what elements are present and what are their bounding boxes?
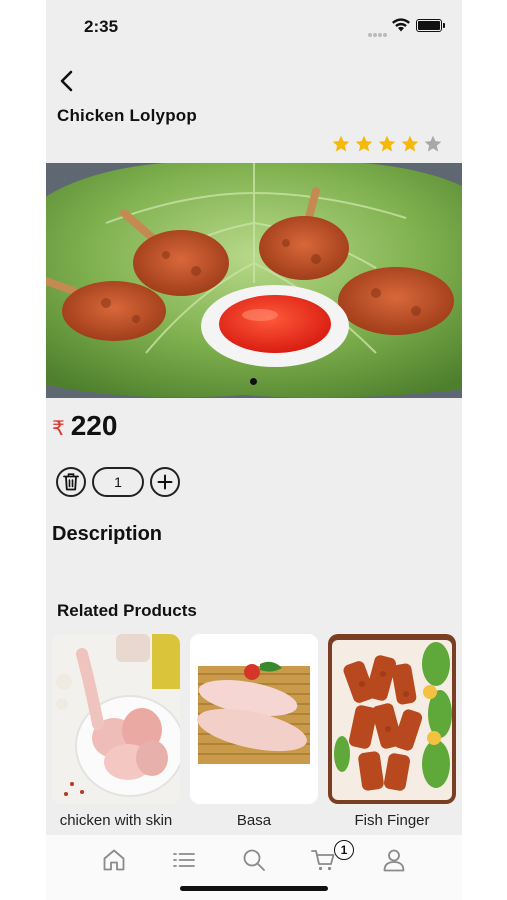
trash-icon (63, 473, 79, 491)
cart-count-badge: 1 (334, 840, 354, 860)
chicken-lollipop-image (46, 163, 462, 398)
fish-finger-image (328, 634, 456, 804)
battery-icon (416, 19, 445, 32)
related-product-name: Basa (236, 812, 272, 829)
basa-fish-image (190, 634, 318, 804)
back-button[interactable] (56, 68, 78, 94)
home-icon[interactable] (101, 847, 127, 873)
related-products-heading: Related Products (57, 601, 197, 620)
star-filled-icon (401, 135, 419, 152)
signal-icon (368, 24, 390, 37)
app-screen: 2:35 Chicken Lolypop ₹ 220 1 Description… (46, 0, 462, 900)
wifi-icon (392, 18, 410, 32)
cart-icon[interactable] (310, 847, 336, 873)
related-product-card[interactable] (190, 634, 318, 804)
home-indicator (180, 886, 328, 891)
quantity-value[interactable]: 1 (92, 467, 144, 497)
search-icon[interactable] (241, 847, 267, 873)
increase-quantity-button[interactable] (150, 467, 180, 497)
carousel-indicator[interactable] (250, 378, 257, 385)
plus-icon (157, 474, 173, 490)
quantity-stepper: 1 (56, 467, 180, 497)
list-icon[interactable] (171, 847, 197, 873)
related-product-card[interactable] (328, 634, 456, 804)
star-filled-icon (378, 135, 396, 152)
price-value: 220 (70, 410, 118, 441)
raw-chicken-image (52, 634, 180, 804)
profile-icon[interactable] (381, 847, 407, 873)
product-title: Chicken Lolypop (57, 106, 197, 125)
currency-symbol: ₹ (52, 418, 65, 440)
related-products-list: chicken with skin Basa Fish Finger (52, 634, 462, 834)
related-product-name: Fish Finger (354, 812, 430, 829)
description-heading: Description (52, 523, 163, 545)
delete-button[interactable] (56, 467, 86, 497)
product-price: ₹ 220 (52, 410, 117, 442)
status-bar: 2:35 (46, 0, 462, 55)
related-product-card[interactable] (52, 634, 180, 804)
related-product-name: chicken with skin (59, 812, 173, 829)
star-empty-icon (424, 135, 442, 152)
star-filled-icon (355, 135, 373, 152)
status-time: 2:35 (84, 17, 119, 36)
product-image (46, 163, 462, 398)
star-rating (331, 134, 443, 154)
star-filled-icon (332, 135, 350, 152)
